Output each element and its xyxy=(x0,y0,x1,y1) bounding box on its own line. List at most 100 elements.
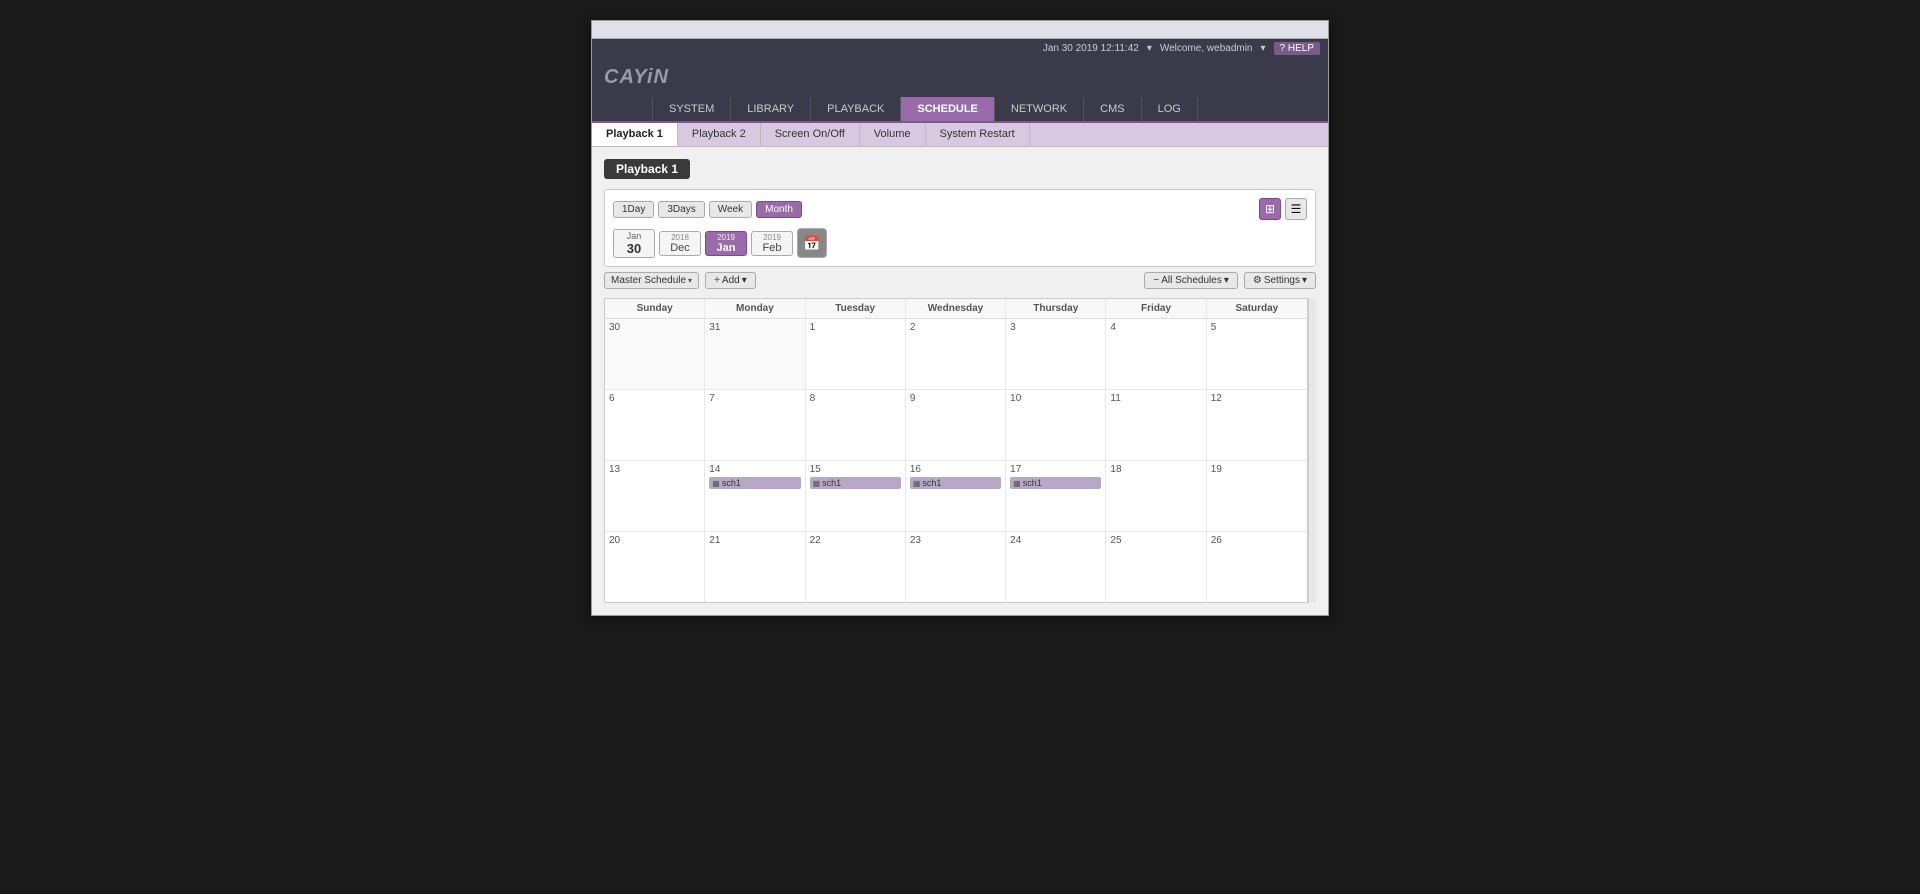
date-nav: Jan 30 2018 Dec 2019 Jan 2019 Feb xyxy=(613,228,1307,258)
cal-cell-jan12[interactable]: 12 xyxy=(1207,390,1307,460)
cal-cell-jan17[interactable]: 17 ▦ sch1 xyxy=(1006,461,1106,531)
add-label: Add xyxy=(722,275,740,286)
date-dec2018[interactable]: 2018 Dec xyxy=(659,231,701,256)
date-jan30-day: 30 xyxy=(620,241,648,256)
logo: CAYiN xyxy=(604,66,669,89)
nav-network[interactable]: NETWORK xyxy=(995,97,1084,121)
subnav-volume[interactable]: Volume xyxy=(860,123,926,146)
cal-cell-dec31[interactable]: 31 xyxy=(705,319,805,389)
cal-cell-jan25[interactable]: 25 xyxy=(1106,532,1206,602)
view-1day[interactable]: 1Day xyxy=(613,201,654,218)
view-month[interactable]: Month xyxy=(756,201,802,218)
cal-cell-jan21[interactable]: 21 xyxy=(705,532,805,602)
view-controls: 1Day 3Days Week Month ⊞ ☰ Jan 30 xyxy=(604,189,1316,267)
cal-cell-jan22[interactable]: 22 xyxy=(806,532,906,602)
view-week[interactable]: Week xyxy=(709,201,752,218)
subnav-playback2[interactable]: Playback 2 xyxy=(678,123,761,146)
browser-window: Jan 30 2019 12:11:42 ▾ Welcome, webadmin… xyxy=(591,20,1329,616)
event-jan15-sch1[interactable]: ▦ sch1 xyxy=(810,477,901,489)
calendar-main: Sunday Monday Tuesday Wednesday Thursday… xyxy=(604,298,1308,603)
event-jan16-sch1[interactable]: ▦ sch1 xyxy=(910,477,1001,489)
cal-cell-jan15[interactable]: 15 ▦ sch1 xyxy=(806,461,906,531)
cal-cell-jan4[interactable]: 4 xyxy=(1106,319,1206,389)
scrollbar[interactable] xyxy=(1308,298,1316,603)
cal-cell-jan18[interactable]: 18 xyxy=(1106,461,1206,531)
user-arrow-icon[interactable]: ▾ xyxy=(1261,43,1266,54)
master-schedule-dropdown[interactable]: Master Schedule ▾ xyxy=(604,272,699,289)
list-view-icon[interactable]: ☰ xyxy=(1285,198,1307,220)
arrow-icon[interactable]: ▾ xyxy=(1147,43,1152,54)
cal-cell-jan16[interactable]: 16 ▦ sch1 xyxy=(906,461,1006,531)
cal-cell-jan5[interactable]: 5 xyxy=(1207,319,1307,389)
page-content: Playback 1 1Day 3Days Week Month ⊞ ☰ xyxy=(592,147,1328,615)
subnav-systemrestart[interactable]: System Restart xyxy=(926,123,1030,146)
header: CAYiN xyxy=(592,58,1328,97)
date-picker-button[interactable]: 📅 xyxy=(797,228,827,258)
view-3days[interactable]: 3Days xyxy=(658,201,704,218)
cal-cell-jan14[interactable]: 14 ▦ sch1 xyxy=(705,461,805,531)
date-feb2019[interactable]: 2019 Feb xyxy=(751,231,793,256)
event-jan17-sch1[interactable]: ▦ sch1 xyxy=(1010,477,1101,489)
date-jan30-month: Jan xyxy=(620,231,648,241)
cal-cell-jan23[interactable]: 23 xyxy=(906,532,1006,602)
cal-cell-jan13[interactable]: 13 xyxy=(605,461,705,531)
cal-cell-jan24[interactable]: 24 xyxy=(1006,532,1106,602)
settings-arrow: ▾ xyxy=(1302,275,1307,286)
nav-schedule[interactable]: SCHEDULE xyxy=(901,97,995,121)
cal-header-wednesday: Wednesday xyxy=(906,299,1006,318)
cal-cell-jan19[interactable]: 19 xyxy=(1207,461,1307,531)
add-arrow: ▾ xyxy=(742,275,747,286)
main-nav: SYSTEM LIBRARY PLAYBACK SCHEDULE NETWORK… xyxy=(592,97,1328,123)
cal-header-monday: Monday xyxy=(705,299,805,318)
date-feb2019-month: Feb xyxy=(758,242,786,254)
grid-view-icon[interactable]: ⊞ xyxy=(1259,198,1281,220)
cal-cell-jan6[interactable]: 6 xyxy=(605,390,705,460)
cal-header-tuesday: Tuesday xyxy=(806,299,906,318)
cal-cell-jan10[interactable]: 10 xyxy=(1006,390,1106,460)
master-schedule-label: Master Schedule xyxy=(611,275,686,286)
date-jan30[interactable]: Jan 30 xyxy=(613,229,655,258)
settings-button[interactable]: ⚙ Settings ▾ xyxy=(1244,272,1316,289)
plus-icon: + xyxy=(714,275,720,286)
cal-header-friday: Friday xyxy=(1106,299,1206,318)
cal-cell-jan9[interactable]: 9 xyxy=(906,390,1006,460)
cal-cell-jan11[interactable]: 11 xyxy=(1106,390,1206,460)
right-controls: − All Schedules ▾ ⚙ Settings ▾ xyxy=(1144,272,1316,289)
date-feb2019-year: 2019 xyxy=(758,233,786,242)
cal-cell-jan26[interactable]: 26 xyxy=(1207,532,1307,602)
subnav-screenonoff[interactable]: Screen On/Off xyxy=(761,123,860,146)
all-schedules-button[interactable]: − All Schedules ▾ xyxy=(1144,272,1237,289)
date-jan2019[interactable]: 2019 Jan xyxy=(705,231,747,256)
event-jan14-sch1[interactable]: ▦ sch1 xyxy=(709,477,800,489)
cal-cell-jan2[interactable]: 2 xyxy=(906,319,1006,389)
cal-cell-jan3[interactable]: 3 xyxy=(1006,319,1106,389)
cal-cell-jan8[interactable]: 8 xyxy=(806,390,906,460)
cal-cell-jan1[interactable]: 1 xyxy=(806,319,906,389)
event-label: sch1 xyxy=(922,478,941,488)
all-schedules-label: All Schedules xyxy=(1161,275,1222,286)
nav-log[interactable]: LOG xyxy=(1142,97,1198,121)
date-jan2019-year: 2019 xyxy=(712,233,740,242)
help-button[interactable]: ? HELP xyxy=(1274,42,1320,55)
cal-cell-jan7[interactable]: 7 xyxy=(705,390,805,460)
calendar-week-3: 13 14 ▦ sch1 15 ▦ xyxy=(605,461,1307,532)
cal-cell-dec30[interactable]: 30 xyxy=(605,319,705,389)
event-label: sch1 xyxy=(1023,478,1042,488)
master-schedule-arrow: ▾ xyxy=(688,276,692,285)
cal-cell-jan20[interactable]: 20 xyxy=(605,532,705,602)
nav-system[interactable]: SYSTEM xyxy=(652,97,731,121)
logo-text: CAYiN xyxy=(604,66,669,88)
event-icon: ▦ xyxy=(1013,479,1021,488)
nav-playback[interactable]: PLAYBACK xyxy=(811,97,901,121)
add-button[interactable]: + Add ▾ xyxy=(705,272,756,289)
subnav-playback1[interactable]: Playback 1 xyxy=(592,123,678,146)
nav-library[interactable]: LIBRARY xyxy=(731,97,811,121)
minus-icon: − xyxy=(1153,275,1159,286)
date-jan2019-month: Jan xyxy=(712,242,740,254)
date-dec2018-month: Dec xyxy=(666,242,694,254)
top-bar: Jan 30 2019 12:11:42 ▾ Welcome, webadmin… xyxy=(592,39,1328,58)
cal-header-saturday: Saturday xyxy=(1207,299,1307,318)
date-dec2018-year: 2018 xyxy=(666,233,694,242)
nav-cms[interactable]: CMS xyxy=(1084,97,1141,121)
calendar-container: Sunday Monday Tuesday Wednesday Thursday… xyxy=(604,298,1308,603)
